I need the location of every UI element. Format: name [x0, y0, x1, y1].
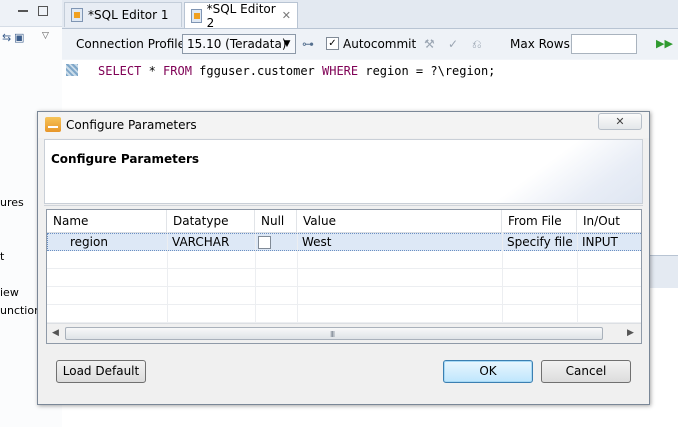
- column-header-datatype[interactable]: Datatype: [167, 210, 255, 232]
- app-icon: [45, 117, 61, 132]
- scroll-left-icon[interactable]: ◀: [52, 328, 59, 338]
- connection-profile-label: Connection Profile:: [76, 37, 190, 51]
- sql-keyword: WHERE: [322, 64, 359, 78]
- sql-file-icon: [71, 8, 83, 22]
- parameters-table[interactable]: Name Datatype Null Value From File In/Ou…: [46, 209, 642, 344]
- scrollbar-thumb[interactable]: III: [65, 327, 603, 340]
- table-row: [47, 305, 641, 323]
- dialog-banner: Configure Parameters: [44, 139, 643, 204]
- sql-text: region = ?\region;: [358, 64, 496, 78]
- sql-text: *: [141, 64, 164, 78]
- commit-icon[interactable]: ⚒: [424, 37, 435, 51]
- maximize-icon[interactable]: [38, 6, 48, 16]
- link-editor-icon[interactable]: ▣: [14, 31, 24, 44]
- execute-icon[interactable]: ▶▶: [656, 37, 673, 50]
- column-header-name[interactable]: Name: [47, 210, 167, 232]
- view-menu-icon[interactable]: ▽: [42, 31, 49, 41]
- param-from-file[interactable]: Specify file: [501, 234, 573, 252]
- configure-parameters-dialog: Configure Parameters ✕ Configure Paramet…: [37, 111, 650, 405]
- ok-button[interactable]: OK: [443, 360, 533, 383]
- navigator-item-partial[interactable]: unction: [0, 304, 41, 317]
- tab-sql-editor-2[interactable]: *SQL Editor 2 ✕: [184, 1, 298, 30]
- column-header-null[interactable]: Null: [255, 210, 297, 232]
- column-divider: [167, 232, 168, 322]
- column-header-from-file[interactable]: From File: [502, 210, 577, 232]
- tab-label: *SQL Editor 1: [88, 8, 169, 22]
- column-divider: [297, 232, 298, 322]
- table-header: Name Datatype Null Value From File In/Ou…: [47, 210, 641, 233]
- sql-keyword: SELECT: [98, 64, 142, 78]
- divider: [44, 205, 643, 206]
- null-checkbox[interactable]: [258, 236, 271, 249]
- editor-tab-bar: *SQL Editor 1 *SQL Editor 2 ✕: [62, 0, 678, 30]
- tab-sql-editor-1[interactable]: *SQL Editor 1: [64, 2, 182, 27]
- tab-label: *SQL Editor 2: [206, 1, 276, 30]
- connect-icon[interactable]: ⊶: [302, 37, 314, 51]
- column-header-in-out[interactable]: In/Out: [577, 210, 641, 232]
- connection-profile-value: 15.10 (Teradata): [187, 37, 287, 51]
- table-row[interactable]: region VARCHAR West Specify file INPUT: [47, 233, 641, 252]
- max-rows-label: Max Rows:: [510, 37, 574, 51]
- column-divider: [577, 232, 578, 322]
- dialog-heading: Configure Parameters: [51, 152, 200, 166]
- current-line-marker: [66, 64, 78, 76]
- minimize-icon[interactable]: [18, 10, 28, 12]
- dropdown-arrow-icon: ▼: [283, 39, 291, 49]
- max-rows-input[interactable]: [571, 34, 637, 54]
- param-in-out[interactable]: INPUT: [576, 234, 618, 252]
- scroll-right-icon[interactable]: ▶: [627, 328, 634, 338]
- param-name: region: [70, 235, 108, 249]
- connection-profile-select[interactable]: 15.10 (Teradata) ▼: [182, 34, 296, 54]
- sql-file-icon: [191, 8, 202, 23]
- rollback-icon[interactable]: ⎌: [472, 37, 482, 52]
- param-value[interactable]: West: [296, 234, 332, 252]
- navigator-item-partial[interactable]: ures: [0, 196, 24, 209]
- navigator-toolbar: ⇆ ▣ ▽: [0, 27, 62, 49]
- close-button[interactable]: ✕: [598, 113, 642, 130]
- check-icon[interactable]: ✓: [448, 37, 458, 51]
- column-divider: [502, 232, 503, 322]
- editor-toolbar: Connection Profile: 15.10 (Teradata) ▼ ⊶…: [62, 29, 678, 59]
- horizontal-scrollbar[interactable]: ◀ III ▶: [47, 323, 641, 343]
- sql-text: fgguser.customer: [191, 64, 322, 78]
- results-pane-edge: [650, 255, 678, 288]
- scrollbar-grip: III: [330, 330, 335, 339]
- table-row: [47, 251, 641, 269]
- column-header-value[interactable]: Value: [297, 210, 502, 232]
- sql-statement[interactable]: SELECT * FROM fgguser.customer WHERE reg…: [98, 64, 495, 78]
- dialog-title: Configure Parameters: [66, 118, 197, 132]
- param-datatype[interactable]: VARCHAR: [166, 234, 229, 252]
- sql-keyword: FROM: [163, 64, 192, 78]
- navigator-panel-header: [0, 0, 62, 27]
- navigator-item-partial[interactable]: t: [0, 250, 4, 263]
- table-row: [47, 269, 641, 287]
- collapse-icon[interactable]: ⇆: [2, 31, 11, 44]
- column-divider: [255, 232, 256, 322]
- dialog-titlebar[interactable]: Configure Parameters ✕: [38, 112, 649, 138]
- table-row: [47, 287, 641, 305]
- cancel-button[interactable]: Cancel: [541, 360, 631, 383]
- navigator-item-partial[interactable]: iew: [0, 286, 19, 299]
- load-default-button[interactable]: Load Default: [56, 360, 146, 383]
- autocommit-label: Autocommit: [343, 37, 417, 51]
- autocommit-checkbox[interactable]: ✓: [326, 37, 339, 50]
- close-icon[interactable]: ✕: [282, 9, 291, 22]
